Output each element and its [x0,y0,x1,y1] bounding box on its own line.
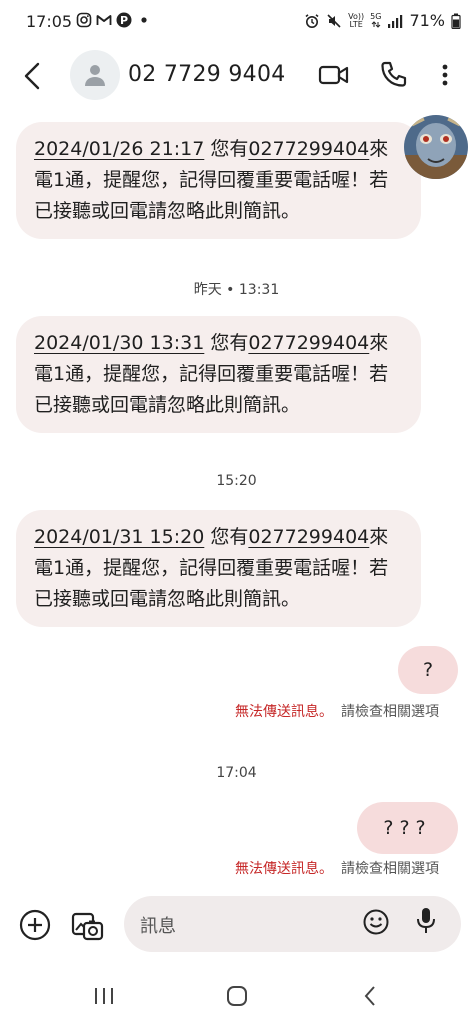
system-nav-bar [0,975,473,1024]
message-bubble-incoming[interactable]: 2024/01/31 15:20 您有0277299404來電1通，提醒您，記得… [16,510,421,627]
data-arrows-icon [371,21,381,28]
gmail-icon [96,15,112,25]
notification-icons: P [76,12,152,28]
avatar-photo-icon [404,115,468,179]
time-separator: 17:04 [216,765,257,781]
battery-icon [451,13,461,29]
date-link[interactable]: 2024/01/30 13:31 [34,332,204,354]
send-failed-text: 無法傳送訊息。 [235,861,333,877]
compose-bar: 訊息 [0,896,473,956]
gallery-icon[interactable] [70,908,104,942]
date-separator: 昨天 • 13:31 [193,282,280,298]
message-text: 您有 [204,138,249,160]
recent-apps-icon[interactable] [92,985,116,1007]
svg-text:P: P [120,14,128,27]
app-bar: 02 7729 9404 [0,44,473,108]
message-text: 您有 [204,526,249,548]
add-circle-icon[interactable] [18,908,52,942]
alarm-icon [305,13,319,28]
signal-icon [388,14,403,28]
home-icon[interactable] [226,985,248,1007]
phone-number-link[interactable]: 0277299404 [248,526,369,548]
message-bubble-incoming[interactable]: 2024/01/26 21:17 您有0277299404來電1通，提醒您，記得… [16,122,421,239]
status-right: Vo)) LTE 5G 71% [304,11,461,30]
phone-number-link[interactable]: 0277299404 [248,332,369,354]
status-bar: 17:05 P Vo)) LTE 5G 71% [0,0,473,44]
dot-icon [141,17,147,23]
message-text: 您有 [204,332,249,354]
date-link[interactable]: 2024/01/26 21:17 [34,138,204,160]
send-failed-text: 無法傳送訊息。 [235,704,333,720]
message-text: ? [422,659,434,681]
check-options-link[interactable]: 請檢查相關選項 [341,704,439,720]
sender-avatar[interactable] [404,115,468,179]
message-text: ??? [383,817,432,839]
person-icon [85,65,105,86]
battery-percent: 71% [409,11,445,30]
contact-name[interactable]: 02 7729 9404 [128,62,286,87]
phone-number-link[interactable]: 0277299404 [248,138,369,160]
parking-icon: P [116,12,132,28]
send-failure-notice[interactable]: 無法傳送訊息。 請檢查相關選項 [235,701,439,721]
message-bubble-outgoing[interactable]: ??? [357,802,458,854]
nav-back-icon[interactable] [360,984,380,1008]
mic-icon[interactable] [414,906,438,936]
status-time: 17:05 [26,12,73,31]
check-options-link[interactable]: 請檢查相關選項 [341,861,439,877]
mute-icon [327,13,341,28]
message-bubble-outgoing[interactable]: ? [398,646,458,694]
back-arrow-icon[interactable] [18,58,50,94]
message-input-placeholder[interactable]: 訊息 [140,912,176,938]
date-link[interactable]: 2024/01/31 15:20 [34,526,204,548]
video-call-icon[interactable] [318,60,350,90]
volte-icon: Vo)) LTE [348,11,365,29]
send-failure-notice[interactable]: 無法傳送訊息。 請檢查相關選項 [235,858,439,878]
emoji-icon[interactable] [362,908,390,936]
message-bubble-incoming[interactable]: 2024/01/30 13:31 您有0277299404來電1通，提醒您，記得… [16,316,421,433]
contact-avatar-icon[interactable] [70,50,120,100]
phone-call-icon[interactable] [378,60,408,90]
more-vert-icon[interactable] [434,60,456,90]
5g-icon: 5G [370,13,381,28]
instagram-icon [76,12,92,28]
time-separator: 15:20 [216,473,257,489]
